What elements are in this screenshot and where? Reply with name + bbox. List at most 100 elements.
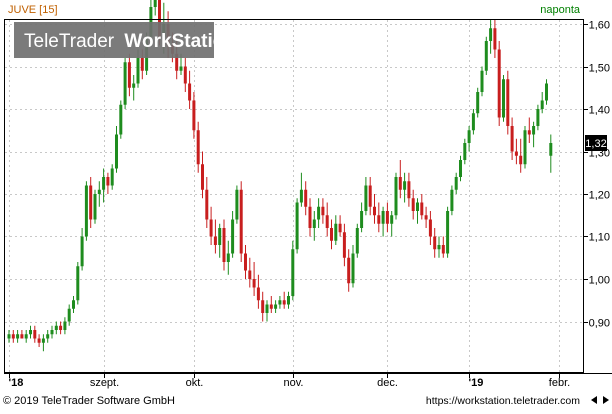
candle-body-up [80,236,84,267]
y-tick-label: 1,10 [589,232,610,244]
candle-body-down [373,206,376,216]
candle-body-up [471,113,475,131]
candle-body-down [510,126,514,152]
candle-body-up [459,160,462,177]
svg-text:TeleTrader WorkStation: TeleTrader WorkStation [24,31,236,52]
y-tick-label: 1,50 [589,63,610,75]
candle-body-down [506,79,510,126]
candle-body-up [115,134,118,169]
candle-body-down [188,83,192,101]
candle-body-up [67,308,71,322]
candle-body-up [29,330,32,335]
candle-body-down [424,215,428,220]
candle-body-up [119,104,123,135]
candle-body-up [218,228,222,245]
candle-body-down [11,334,15,339]
candle-body-up [489,28,493,41]
candle-body-up [446,211,450,254]
candle-body-up [355,228,359,254]
x-tick-label: okt. [186,377,204,389]
candle-body-up [291,249,295,296]
watermark-brand-light: TeleTrader [24,31,115,52]
candle-body-up [7,334,11,339]
candle-body-down [222,228,226,262]
candle-body-up [278,300,282,305]
candle-body-up [76,266,80,301]
candle-body-up [484,41,488,71]
candle-body-up [24,334,28,339]
chart-window: TeleTrader WorkStation JUVE [15] naponta… [0,0,612,409]
candle-body-up [532,126,536,135]
candle-body-up [179,66,183,71]
candle-body-down [244,253,247,271]
x-tick-label: '19 [469,377,484,389]
candle-body-up [102,177,106,190]
watermark-brand-bold: WorkStation [124,31,236,52]
x-tick-label: szept. [90,377,119,389]
candle-body-up [136,58,140,84]
candle-body-down [398,177,402,190]
last-price-value: 1,32 [585,138,606,150]
candle-body-down [209,219,213,237]
candle-body-up [123,62,127,105]
candle-body-down [514,151,518,156]
candle-body-down [33,330,37,339]
candle-body-down [213,236,217,245]
candle-body-up [467,130,471,143]
symbol-label[interactable]: JUVE [15] [8,4,58,16]
candle-body-down [201,164,204,190]
candle-body-down [252,279,256,288]
candle-body-up [476,92,480,114]
candle-body-up [97,189,101,194]
y-tick-label: 1,00 [589,275,610,287]
candle-body-down [37,338,41,343]
candle-body-up [480,70,484,92]
candle-body-down [248,270,252,279]
candle-body-down [321,206,325,216]
candle-body-down [261,300,265,313]
y-tick-label: 1,40 [589,105,610,117]
candle-body-up [390,215,394,224]
candle-body-up [63,321,67,330]
candle-body-down [269,304,273,309]
candle-body-down [325,215,329,228]
candle-body-down [89,185,93,220]
candle-body-up [334,223,338,241]
last-price-badge: 1,32 [585,135,607,151]
candle-body-up [360,211,364,228]
candle-body-down [205,189,209,220]
candle-body-down [239,189,243,254]
candle-body-down [493,28,497,50]
candle-body-down [377,215,381,224]
footer-url[interactable]: https://workstation.teletrader.com [426,395,580,407]
candle-body-down [338,223,342,233]
candle-body-down [407,181,411,199]
candle-body-up [463,143,467,160]
candle-body-down [428,219,432,237]
candle-body-down [304,189,308,207]
candle-body-up [450,189,454,211]
price-chart[interactable]: TeleTrader WorkStation JUVE [15] naponta… [0,0,612,409]
candle-body-down [308,206,312,228]
candle-body-up [295,202,299,250]
candle-body-up [502,79,505,118]
candle-body-up [312,219,316,228]
candle-body-down [420,202,424,216]
candle-body-up [72,300,75,309]
candle-body-down [140,58,144,71]
candle-body-up [226,253,230,262]
candle-body-down [527,130,531,135]
candle-body-up [317,206,321,220]
candle-body-down [20,334,24,339]
candle-body-up [231,219,235,254]
candle-body-up [549,143,553,156]
candle-body-up [84,185,88,237]
candle-body-up [93,194,97,220]
y-tick-label: 1,60 [589,20,610,32]
candle-body-down [433,236,437,250]
y-tick-label: 0,90 [589,318,610,330]
watermark: TeleTrader WorkStation [14,22,236,58]
candle-body-down [256,287,260,301]
period-label[interactable]: naponta [540,4,581,16]
candle-body-up [50,330,54,335]
